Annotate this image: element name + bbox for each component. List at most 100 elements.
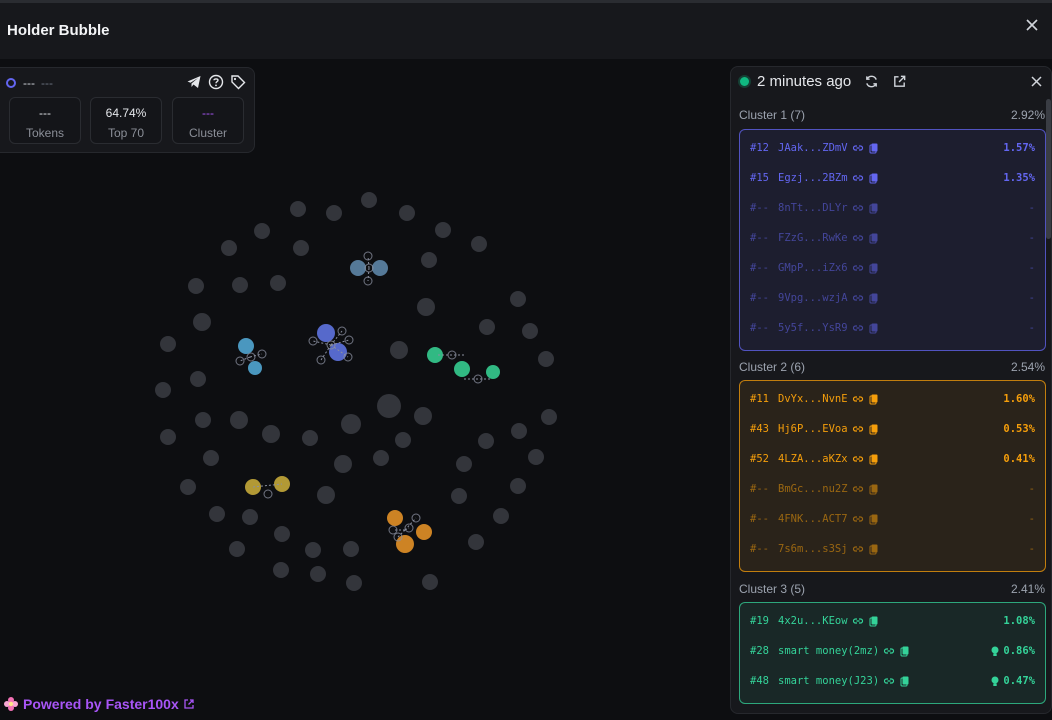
- holder-address[interactable]: 4LZA...aKZx: [778, 453, 848, 465]
- holder-row[interactable]: #-- 8nTt...DLYr -: [750, 198, 1035, 218]
- holder-bubble[interactable]: [326, 205, 342, 221]
- link-icon[interactable]: [883, 645, 895, 657]
- holder-address[interactable]: smart money(2mz): [778, 645, 879, 657]
- holder-bubble[interactable]: [293, 240, 309, 256]
- link-icon[interactable]: [852, 483, 864, 495]
- holder-bubble[interactable]: [254, 223, 270, 239]
- holder-bubble[interactable]: [493, 508, 509, 524]
- linked-wallet-bubble[interactable]: [263, 489, 273, 499]
- holder-address[interactable]: 7s6m...s3Sj: [778, 543, 848, 555]
- holder-bubble[interactable]: [290, 201, 306, 217]
- holder-bubble[interactable]: [273, 562, 289, 578]
- external-link-icon[interactable]: [183, 698, 195, 710]
- holder-bubble[interactable]: [414, 407, 432, 425]
- link-icon[interactable]: [852, 513, 864, 525]
- copy-icon[interactable]: [868, 322, 880, 334]
- cluster-bubble[interactable]: [427, 347, 443, 363]
- holder-row[interactable]: #28 smart money(2mz) 0.86%: [750, 641, 1035, 661]
- holder-bubble[interactable]: [399, 205, 415, 221]
- holder-bubble[interactable]: [471, 236, 487, 252]
- holder-bubble[interactable]: [522, 323, 538, 339]
- cluster-bubble[interactable]: [350, 260, 366, 276]
- copy-icon[interactable]: [868, 513, 880, 525]
- telegram-icon[interactable]: [186, 74, 202, 90]
- holder-bubble[interactable]: [193, 313, 211, 331]
- cluster-bubble[interactable]: [238, 338, 254, 354]
- link-icon[interactable]: [852, 453, 864, 465]
- holder-bubble[interactable]: [270, 275, 286, 291]
- refresh-icon[interactable]: [864, 74, 879, 89]
- cluster-bubble[interactable]: [486, 365, 500, 379]
- holder-row[interactable]: #-- FZzG...RwKe -: [750, 228, 1035, 248]
- holder-bubble[interactable]: [468, 534, 484, 550]
- holder-bubble[interactable]: [160, 336, 176, 352]
- holder-bubble[interactable]: [160, 429, 176, 445]
- tag-icon[interactable]: [230, 74, 246, 90]
- panel-scrollbar[interactable]: [1046, 99, 1051, 239]
- cluster-bubble[interactable]: [454, 361, 470, 377]
- holder-bubble[interactable]: [390, 341, 408, 359]
- panel-close-icon[interactable]: [1030, 75, 1043, 88]
- link-icon[interactable]: [883, 675, 895, 687]
- copy-icon[interactable]: [868, 142, 880, 154]
- holder-bubble[interactable]: [510, 291, 526, 307]
- holder-bubble[interactable]: [155, 382, 171, 398]
- cluster-bubble[interactable]: [396, 535, 414, 553]
- holder-bubble[interactable]: [451, 488, 467, 504]
- powered-by[interactable]: Powered by Faster100x: [3, 696, 195, 712]
- holder-row[interactable]: #52 4LZA...aKZx 0.41%: [750, 449, 1035, 469]
- link-icon[interactable]: [852, 292, 864, 304]
- copy-icon[interactable]: [868, 453, 880, 465]
- holder-row[interactable]: #-- BmGc...nu2Z -: [750, 479, 1035, 499]
- holder-address[interactable]: Egzj...2BZm: [778, 172, 848, 184]
- holder-bubble[interactable]: [377, 394, 401, 418]
- holder-bubble[interactable]: [479, 319, 495, 335]
- holder-address[interactable]: 5y5f...YsR9: [778, 322, 848, 334]
- holder-row[interactable]: #-- 4FNK...ACT7 -: [750, 509, 1035, 529]
- holder-bubble[interactable]: [435, 222, 451, 238]
- holder-bubble[interactable]: [310, 566, 326, 582]
- holder-bubble[interactable]: [180, 479, 196, 495]
- copy-icon[interactable]: [868, 262, 880, 274]
- holder-bubble[interactable]: [242, 509, 258, 525]
- holder-address[interactable]: smart money(J23): [778, 675, 879, 687]
- holder-bubble[interactable]: [343, 541, 359, 557]
- holder-bubble[interactable]: [478, 433, 494, 449]
- copy-icon[interactable]: [868, 483, 880, 495]
- holder-bubble[interactable]: [221, 240, 237, 256]
- holder-bubble[interactable]: [361, 192, 377, 208]
- link-icon[interactable]: [852, 172, 864, 184]
- copy-icon[interactable]: [868, 615, 880, 627]
- cluster-bubble[interactable]: [248, 361, 262, 375]
- holder-address[interactable]: GMpP...iZx6: [778, 262, 848, 274]
- holder-row[interactable]: #12 JAak...ZDmV 1.57%: [750, 138, 1035, 158]
- holder-row[interactable]: #-- GMpP...iZx6 -: [750, 258, 1035, 278]
- holder-bubble[interactable]: [456, 456, 472, 472]
- link-icon[interactable]: [852, 202, 864, 214]
- holder-bubble[interactable]: [334, 455, 352, 473]
- holder-bubble[interactable]: [195, 412, 211, 428]
- link-icon[interactable]: [852, 262, 864, 274]
- holder-bubble[interactable]: [528, 449, 544, 465]
- holder-bubble[interactable]: [373, 450, 389, 466]
- holder-row[interactable]: #-- 7s6m...s3Sj -: [750, 539, 1035, 559]
- cluster-bubble[interactable]: [372, 260, 388, 276]
- holder-address[interactable]: 4x2u...KEow: [778, 615, 848, 627]
- copy-icon[interactable]: [899, 645, 911, 657]
- holder-address[interactable]: 4FNK...ACT7: [778, 513, 848, 525]
- cluster-bubble[interactable]: [416, 524, 432, 540]
- cluster-bubble[interactable]: [317, 324, 335, 342]
- holder-bubble[interactable]: [541, 409, 557, 425]
- holder-bubble[interactable]: [417, 298, 435, 316]
- holder-bubble[interactable]: [232, 277, 248, 293]
- copy-icon[interactable]: [868, 172, 880, 184]
- link-icon[interactable]: [852, 423, 864, 435]
- link-icon[interactable]: [852, 232, 864, 244]
- holder-bubble[interactable]: [229, 541, 245, 557]
- holder-bubble[interactable]: [510, 478, 526, 494]
- holder-bubble-map[interactable]: [0, 160, 730, 680]
- holder-address[interactable]: DvYx...NvnE: [778, 393, 848, 405]
- holder-bubble[interactable]: [422, 574, 438, 590]
- copy-icon[interactable]: [868, 202, 880, 214]
- holder-bubble[interactable]: [274, 526, 290, 542]
